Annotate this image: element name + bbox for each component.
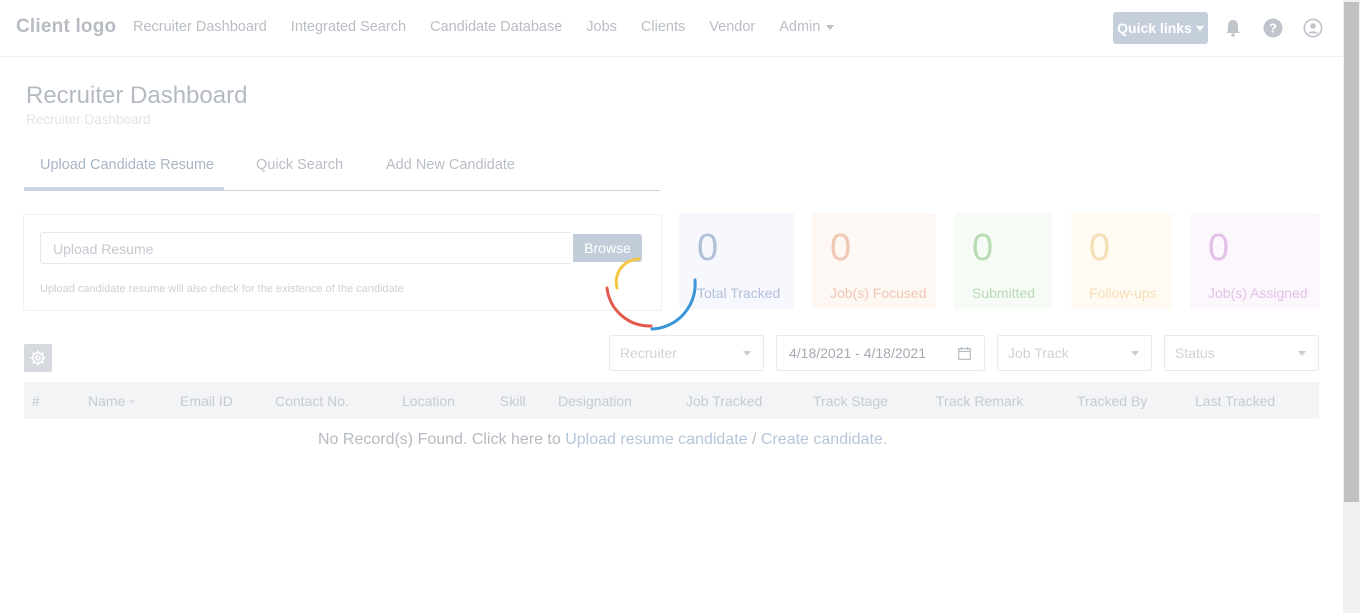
tab-upload-candidate-resume[interactable]: Upload Candidate Resume: [40, 157, 214, 173]
column-header-location: Location: [402, 393, 455, 409]
column-header-designation: Designation: [558, 393, 632, 409]
column-header-tracked-by: Tracked By: [1077, 393, 1148, 409]
create-candidate-link[interactable]: Create candidate.: [761, 431, 887, 448]
vertical-scrollbar[interactable]: [1343, 0, 1360, 613]
stat-card-follow-ups[interactable]: 0 Follow-ups: [1071, 213, 1172, 309]
stat-value: 0: [972, 227, 994, 269]
nav-admin-label: Admin: [779, 19, 821, 35]
stat-value: 0: [830, 227, 852, 269]
link-separator: /: [752, 431, 757, 448]
status-select[interactable]: Status: [1164, 335, 1319, 371]
calendar-icon: [958, 347, 971, 360]
chevron-down-icon: [1298, 351, 1306, 356]
stat-label: Job(s) Focused: [830, 285, 927, 301]
chevron-down-icon: [1195, 25, 1204, 31]
chevron-down-icon: [1131, 351, 1139, 356]
user-icon[interactable]: [1303, 18, 1323, 38]
nav-links: Recruiter Dashboard Integrated Search Ca…: [133, 19, 858, 35]
status-select-value: Status: [1175, 345, 1215, 361]
upload-resume-input[interactable]: Upload Resume: [40, 232, 571, 264]
page: Client logo Recruiter Dashboard Integrat…: [0, 0, 1343, 613]
recruiter-select-value: Recruiter: [620, 345, 677, 361]
column-header-track-remark: Track Remark: [936, 393, 1024, 409]
date-range-value: 4/18/2021 - 4/18/2021: [789, 345, 927, 361]
quick-links-label: Quick links: [1117, 20, 1192, 36]
stat-label: Total Tracked: [697, 285, 781, 301]
loading-spinner-icon: [605, 257, 697, 331]
chevron-down-icon: [743, 351, 751, 356]
column-header-email: Email ID: [180, 393, 233, 409]
date-range-picker[interactable]: 4/18/2021 - 4/18/2021: [776, 335, 985, 371]
stat-label: Job(s) Assigned: [1208, 285, 1308, 301]
active-tab-indicator: [24, 187, 224, 190]
job-track-select[interactable]: Job Track: [997, 335, 1152, 371]
nav-recruiter-dashboard[interactable]: Recruiter Dashboard: [133, 19, 267, 35]
recruiter-select[interactable]: Recruiter: [609, 335, 764, 371]
upload-resume-card: Upload Resume Browse Upload candidate re…: [23, 214, 662, 311]
tab-add-new-candidate[interactable]: Add New Candidate: [386, 157, 515, 173]
column-header-name[interactable]: Name: [88, 393, 136, 409]
nav-candidate-database[interactable]: Candidate Database: [430, 19, 562, 35]
nav-clients[interactable]: Clients: [641, 19, 685, 35]
nav-admin-dropdown[interactable]: Admin: [779, 19, 835, 35]
nav-vendor[interactable]: Vendor: [709, 19, 755, 35]
column-header-contact: Contact No.: [275, 393, 349, 409]
scrollbar-thumb[interactable]: [1344, 2, 1359, 502]
column-settings-button[interactable]: [24, 344, 52, 372]
stat-value: 0: [1208, 227, 1230, 269]
stat-card-submitted[interactable]: 0 Submitted: [954, 213, 1052, 309]
stat-card-jobs-assigned[interactable]: 0 Job(s) Assigned: [1190, 213, 1320, 309]
top-navbar: Client logo Recruiter Dashboard Integrat…: [0, 0, 1343, 57]
stat-card-jobs-focused[interactable]: 0 Job(s) Focused: [812, 213, 936, 309]
svg-text:?: ?: [1269, 21, 1277, 36]
tab-bar: Upload Candidate Resume Quick Search Add…: [24, 148, 660, 191]
gear-icon: [30, 350, 46, 366]
upload-resume-candidate-link[interactable]: Upload resume candidate: [565, 431, 747, 448]
client-logo[interactable]: Client logo: [16, 16, 116, 38]
bell-icon[interactable]: [1223, 18, 1243, 38]
column-header-skill: Skill: [500, 393, 526, 409]
stat-label: Follow-ups: [1089, 285, 1157, 301]
upload-hint: Upload candidate resume will also check …: [40, 283, 404, 295]
nav-jobs[interactable]: Jobs: [586, 19, 617, 35]
sort-icon: [129, 400, 136, 405]
table-header: # Name Email ID Contact No. Location Ski…: [24, 382, 1319, 419]
stat-label: Submitted: [972, 285, 1036, 301]
column-header-job-tracked: Job Tracked: [686, 393, 763, 409]
nav-integrated-search[interactable]: Integrated Search: [291, 19, 406, 35]
empty-table-message: No Record(s) Found. Click here to Upload…: [318, 431, 887, 449]
tab-quick-search[interactable]: Quick Search: [256, 157, 343, 173]
job-track-select-value: Job Track: [1008, 345, 1069, 361]
page-title: Recruiter Dashboard: [26, 82, 248, 109]
breadcrumb: Recruiter Dashboard: [26, 112, 151, 127]
help-icon[interactable]: ?: [1263, 18, 1283, 38]
column-header-last-tracked: Last Tracked: [1195, 393, 1276, 409]
chevron-down-icon: [826, 24, 835, 30]
column-header-name-label: Name: [88, 393, 126, 409]
stat-value: 0: [697, 227, 719, 269]
stat-value: 0: [1089, 227, 1111, 269]
column-header-index: #: [32, 393, 40, 409]
quick-links-button[interactable]: Quick links: [1113, 12, 1208, 44]
column-header-track-stage: Track Stage: [813, 393, 888, 409]
empty-message-text: No Record(s) Found. Click here to: [318, 431, 561, 448]
